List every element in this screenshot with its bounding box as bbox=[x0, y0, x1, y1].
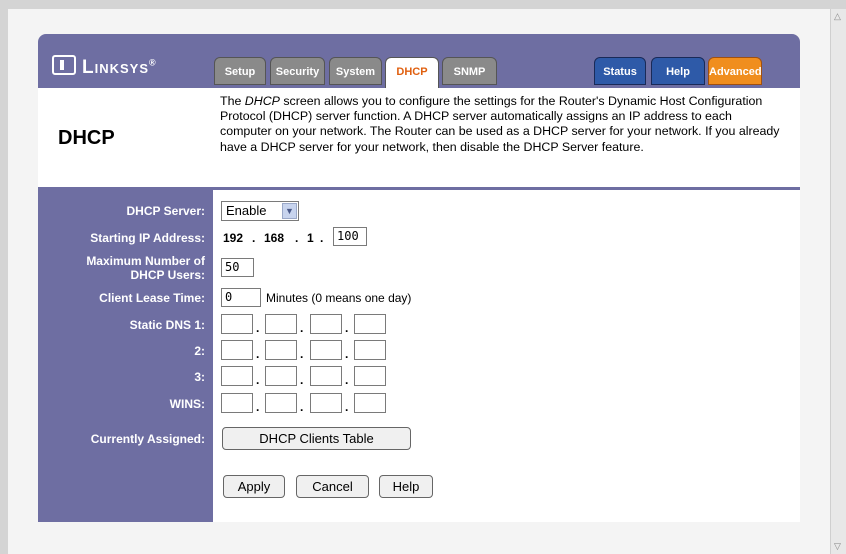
static-dns1-octet3-input[interactable] bbox=[310, 314, 342, 334]
tab-help[interactable]: Help bbox=[651, 57, 705, 85]
apply-button[interactable]: Apply bbox=[223, 475, 285, 498]
ip-dot: . bbox=[256, 321, 260, 335]
dhcp-server-label: DHCP Server: bbox=[126, 204, 205, 218]
linksys-logo: Linksys® bbox=[52, 55, 157, 79]
starting-ip-last-octet-input[interactable]: 100 bbox=[333, 227, 367, 246]
static-dns1-octet4-input[interactable] bbox=[354, 314, 386, 334]
tab-status[interactable]: Status bbox=[594, 57, 646, 85]
ip-dot: . bbox=[295, 231, 299, 245]
linksys-mark-icon bbox=[52, 55, 76, 75]
starting-ip-octet1: 192 bbox=[223, 231, 244, 245]
static-dns3-octet1-input[interactable] bbox=[221, 366, 253, 386]
max-users-input[interactable]: 50 bbox=[221, 258, 254, 277]
dhcp-clients-table-button[interactable]: DHCP Clients Table bbox=[222, 427, 411, 450]
static-dns2-octet2-input[interactable] bbox=[265, 340, 297, 360]
tab-security[interactable]: Security bbox=[270, 57, 325, 85]
static-dns1-octet2-input[interactable] bbox=[265, 314, 297, 334]
chevron-down-icon[interactable]: ▼ bbox=[282, 203, 297, 219]
static-dns2-octet1-input[interactable] bbox=[221, 340, 253, 360]
static-dns3-octet2-input[interactable] bbox=[265, 366, 297, 386]
cancel-button[interactable]: Cancel bbox=[296, 475, 369, 498]
tab-snmp[interactable]: SNMP bbox=[442, 57, 497, 85]
dhcp-server-value: Enable bbox=[226, 203, 267, 218]
scroll-up-icon[interactable]: △ bbox=[834, 11, 841, 22]
description-emphasis: DHCP bbox=[244, 94, 280, 108]
ip-dot: . bbox=[252, 231, 256, 245]
ip-dot: . bbox=[256, 373, 260, 387]
max-users-label-line1: Maximum Number of bbox=[86, 254, 205, 268]
ip-dot: . bbox=[300, 400, 304, 414]
static-dns3-octet3-input[interactable] bbox=[310, 366, 342, 386]
ip-dot: . bbox=[300, 321, 304, 335]
lease-time-label: Client Lease Time: bbox=[99, 291, 205, 305]
ip-dot: . bbox=[345, 400, 349, 414]
wins-octet4-input[interactable] bbox=[354, 393, 386, 413]
tab-advanced[interactable]: Advanced bbox=[708, 57, 762, 85]
wins-label: WINS: bbox=[169, 397, 205, 411]
help-button[interactable]: Help bbox=[379, 475, 433, 498]
max-users-label-line2: DHCP Users: bbox=[130, 268, 205, 282]
tab-dhcp[interactable]: DHCP bbox=[385, 57, 439, 88]
wins-octet3-input[interactable] bbox=[310, 393, 342, 413]
ip-dot: . bbox=[345, 321, 349, 335]
tab-setup[interactable]: Setup bbox=[214, 57, 266, 85]
currently-assigned-label: Currently Assigned: bbox=[90, 432, 205, 446]
ip-dot: . bbox=[345, 347, 349, 361]
page-description: The DHCP screen allows you to configure … bbox=[220, 94, 780, 155]
page-bottom bbox=[8, 522, 830, 554]
dhcp-server-select[interactable]: Enable ▼ bbox=[221, 201, 299, 221]
vertical-scrollbar[interactable]: △ ▽ bbox=[830, 9, 846, 554]
static-dns1-label: Static DNS 1: bbox=[129, 318, 205, 332]
ip-dot: . bbox=[320, 231, 324, 245]
ip-dot: . bbox=[256, 400, 260, 414]
static-dns1-octet1-input[interactable] bbox=[221, 314, 253, 334]
tab-system[interactable]: System bbox=[329, 57, 382, 85]
scroll-down-icon[interactable]: ▽ bbox=[834, 541, 841, 552]
static-dns2-label: 2: bbox=[194, 344, 205, 358]
starting-ip-octet2: 168 bbox=[264, 231, 285, 245]
starting-ip-label: Starting IP Address: bbox=[90, 231, 205, 245]
starting-ip-octet3: 1 bbox=[307, 231, 314, 245]
description-text-start: The bbox=[220, 94, 245, 108]
static-dns2-octet3-input[interactable] bbox=[310, 340, 342, 360]
ip-dot: . bbox=[300, 373, 304, 387]
page-title: DHCP bbox=[58, 127, 115, 149]
max-users-label: Maximum Number of DHCP Users: bbox=[86, 254, 205, 282]
ip-dot: . bbox=[300, 347, 304, 361]
wins-octet1-input[interactable] bbox=[221, 393, 253, 413]
lease-time-input[interactable]: 0 bbox=[221, 288, 261, 307]
lease-time-hint: Minutes (0 means one day) bbox=[266, 291, 412, 305]
ip-dot: . bbox=[345, 373, 349, 387]
description-text-end: screen allows you to configure the setti… bbox=[220, 94, 780, 154]
static-dns2-octet4-input[interactable] bbox=[354, 340, 386, 360]
wins-octet2-input[interactable] bbox=[265, 393, 297, 413]
static-dns3-label: 3: bbox=[194, 370, 205, 384]
ip-dot: . bbox=[256, 347, 260, 361]
static-dns3-octet4-input[interactable] bbox=[354, 366, 386, 386]
